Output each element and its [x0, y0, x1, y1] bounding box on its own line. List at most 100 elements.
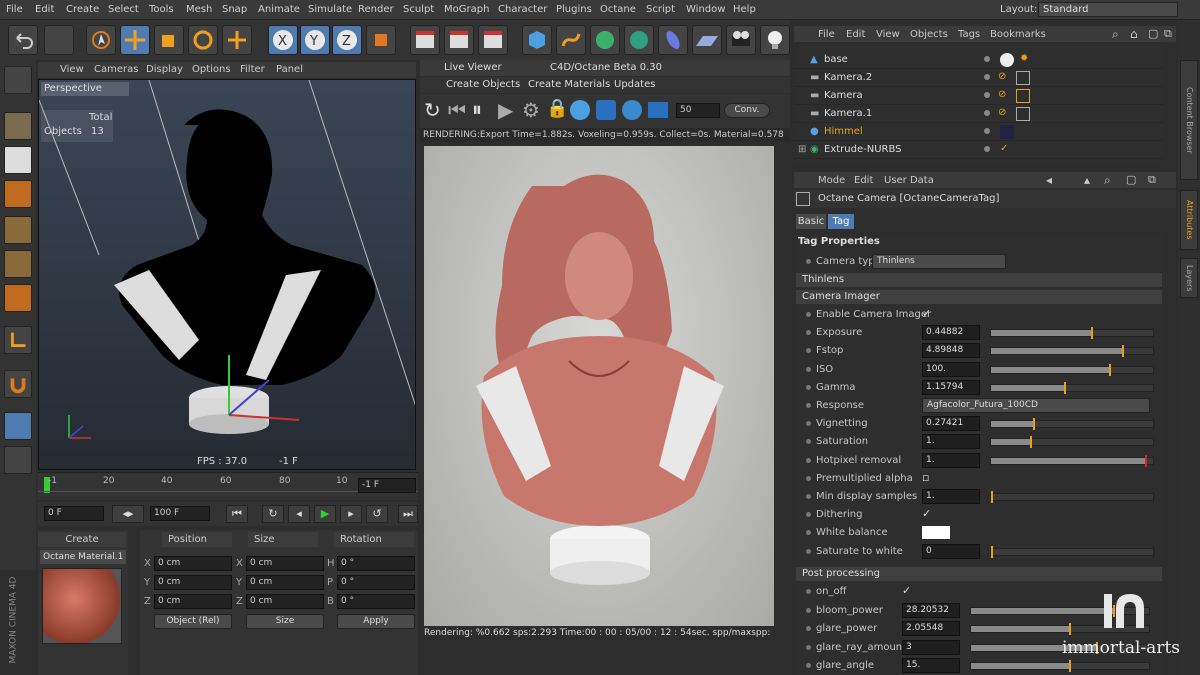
animation-dot[interactable]	[806, 403, 811, 408]
property-slider[interactable]	[990, 363, 1154, 376]
end-frame-field[interactable]: 100 F	[150, 506, 210, 521]
rotation-h-field[interactable]: 0 °	[337, 556, 415, 571]
camera-icon[interactable]	[726, 25, 756, 55]
object-row[interactable]: ▲ base ✹	[794, 51, 1164, 69]
size-x-field[interactable]: 0 cm	[246, 556, 324, 571]
animation-dot[interactable]	[806, 439, 811, 445]
menu-updates[interactable]: Updates	[614, 79, 655, 90]
render-settings-icon[interactable]	[478, 25, 508, 55]
floor-icon[interactable]	[692, 25, 722, 55]
new-window-icon[interactable]: ⧉	[1148, 173, 1156, 187]
om-menu-bookmarks[interactable]: Bookmarks	[990, 29, 1046, 40]
focus-picker-icon[interactable]	[648, 102, 668, 118]
property-value-field[interactable]: 15.	[902, 658, 960, 674]
menu-octane[interactable]: Octane	[600, 4, 636, 15]
menu-create-objects[interactable]: Create Objects	[446, 79, 520, 90]
visibility-dot[interactable]	[984, 128, 990, 134]
om-menu-tags[interactable]: Tags	[958, 29, 980, 40]
lock-icon[interactable]: ▢	[1126, 173, 1136, 186]
protection-tag-icon[interactable]: ⊘	[998, 89, 1006, 100]
stop-render-icon[interactable]: ⏮	[448, 98, 466, 122]
viewport-menu-view[interactable]: View	[60, 64, 84, 75]
viewport-menu-display[interactable]: Display	[146, 64, 183, 75]
frame-stepper[interactable]: ◂▸	[112, 505, 144, 523]
checkbox-checked-icon[interactable]: ✓	[922, 308, 934, 320]
animation-dot[interactable]	[806, 589, 811, 594]
start-frame-field[interactable]: 0 F	[44, 506, 104, 521]
animation-dot[interactable]	[806, 384, 811, 390]
animation-dot[interactable]	[806, 366, 811, 372]
white-balance-swatch[interactable]	[922, 526, 950, 540]
restart-render-icon[interactable]: ↻	[424, 98, 441, 122]
tab-layers[interactable]: Layers	[1180, 258, 1198, 298]
response-select[interactable]: Agfacolor_Futura_100CD	[922, 398, 1150, 413]
light-icon[interactable]	[760, 25, 790, 55]
menu-character[interactable]: Character	[498, 4, 547, 15]
octane-camera-tag-icon[interactable]	[1016, 107, 1030, 121]
pause-render-icon[interactable]: ⏸	[472, 97, 482, 121]
last-tool-icon[interactable]	[222, 25, 252, 55]
current-frame-field[interactable]: -1 F	[358, 478, 416, 493]
animation-dot[interactable]	[806, 457, 811, 463]
section-post-processing[interactable]: Post processing	[796, 567, 1162, 581]
section-thinlens[interactable]: Thinlens	[796, 273, 1162, 287]
render-view-icon[interactable]	[410, 25, 440, 55]
property-slider[interactable]	[990, 345, 1154, 358]
settings-gear-icon[interactable]: ⚙	[522, 98, 540, 122]
tab-basic[interactable]: Basic	[796, 214, 826, 229]
material-preview-swatch[interactable]	[42, 568, 122, 644]
slider-handle[interactable]	[1122, 345, 1124, 358]
render-samples-field[interactable]: 50	[676, 103, 720, 118]
property-slider[interactable]	[990, 327, 1154, 340]
om-menu-file[interactable]: File	[818, 29, 835, 40]
visibility-dot[interactable]	[984, 146, 990, 152]
expand-icon[interactable]: ⊞	[798, 144, 806, 155]
rotate-tool-icon[interactable]	[188, 25, 218, 55]
property-value-field[interactable]: 1.	[922, 452, 980, 468]
search-icon[interactable]: ⌕	[1104, 173, 1111, 188]
lock-workplane-icon[interactable]	[4, 412, 32, 440]
menu-create-materials[interactable]: Create Materials	[528, 79, 610, 90]
check-icon[interactable]: ✓	[1000, 143, 1008, 154]
om-menu-edit[interactable]: Edit	[846, 29, 865, 40]
position-y-field[interactable]: 0 cm	[154, 575, 232, 590]
property-slider[interactable]	[990, 418, 1154, 431]
slider-handle[interactable]	[991, 491, 993, 503]
workplane-icon[interactable]	[4, 180, 32, 208]
property-slider[interactable]	[990, 454, 1154, 467]
protection-tag-icon[interactable]: ⊘	[998, 107, 1006, 118]
animation-dot[interactable]	[806, 512, 811, 518]
y-axis-lock-icon[interactable]: Y	[300, 25, 330, 55]
property-value-field[interactable]: 2.05548	[902, 621, 960, 637]
spline-pen-icon[interactable]	[556, 25, 586, 55]
save-image-icon[interactable]	[596, 100, 616, 120]
position-x-field[interactable]: 0 cm	[154, 556, 232, 571]
edges-mode-icon[interactable]	[4, 250, 32, 278]
property-slider[interactable]	[990, 491, 1154, 503]
visibility-dot[interactable]	[984, 56, 990, 62]
section-camera-imager[interactable]: Camera Imager	[796, 290, 1162, 304]
play-render-icon[interactable]: ▶	[498, 98, 513, 122]
slider-handle[interactable]	[1033, 418, 1035, 431]
material-name[interactable]: Octane Material.1	[40, 550, 126, 564]
animation-dot[interactable]	[806, 530, 811, 536]
slider-handle[interactable]	[1064, 381, 1066, 394]
visibility-dot[interactable]	[984, 110, 990, 116]
menu-tools[interactable]: Tools	[149, 4, 174, 15]
visibility-dot[interactable]	[984, 74, 990, 80]
menu-window[interactable]: Window	[686, 4, 725, 15]
slider-handle[interactable]	[1109, 363, 1111, 376]
object-row[interactable]: ▬ Kamera ⊘	[794, 87, 1164, 105]
viewport-menu-filter[interactable]: Filter	[240, 64, 265, 75]
axis-mode-icon[interactable]	[4, 326, 32, 354]
menu-mesh[interactable]: Mesh	[186, 4, 212, 15]
apply-button[interactable]: Apply	[337, 614, 415, 629]
array-icon[interactable]	[624, 25, 654, 55]
octane-camera-tag-icon[interactable]	[1016, 89, 1030, 103]
viewport-menu-panel[interactable]: Panel	[276, 64, 303, 75]
animation-dot[interactable]	[806, 421, 811, 427]
tab-attributes[interactable]: Attributes	[1180, 190, 1198, 250]
phong-tag-icon[interactable]: ✹	[1020, 53, 1028, 64]
object-row[interactable]: ▬ Kamera.2 ⊘	[794, 69, 1164, 87]
coordinate-mode-select[interactable]: Object (Rel)	[154, 614, 232, 629]
